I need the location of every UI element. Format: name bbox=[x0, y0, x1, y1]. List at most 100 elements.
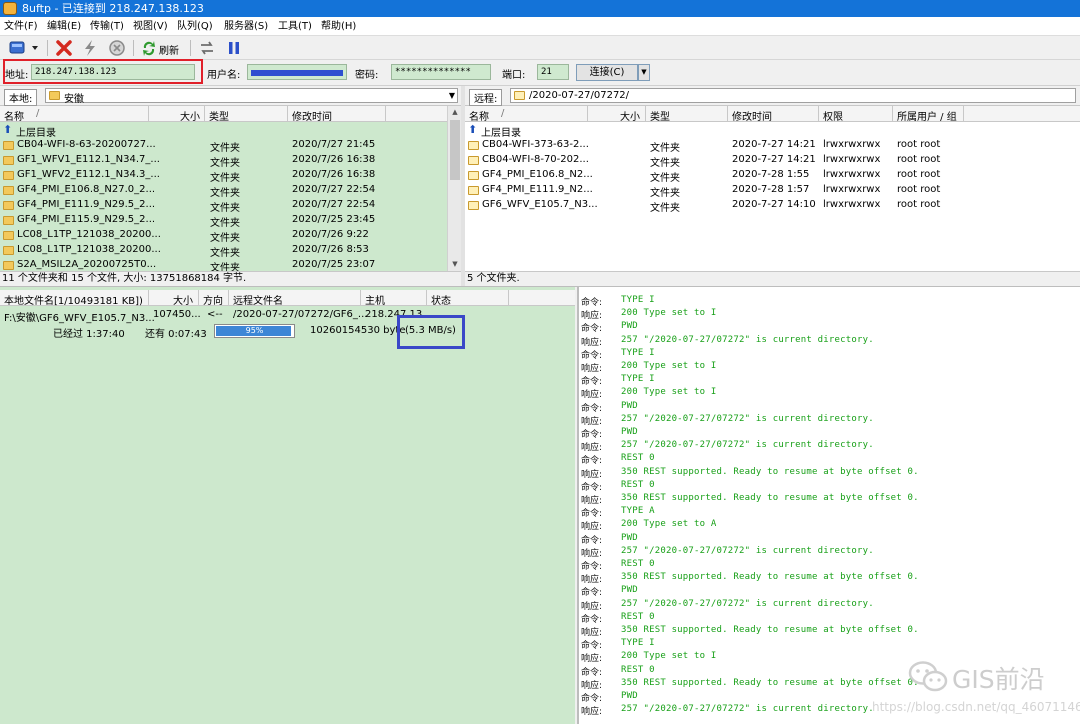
file-modified: 2020/7/25 23:45 bbox=[292, 214, 376, 225]
queue-item[interactable]: F:\安徽\GF6_WFV_E105.7_N3... 107450... <--… bbox=[0, 308, 575, 324]
local-path-combo[interactable]: 安徽 ▼ bbox=[45, 88, 458, 105]
col-modified[interactable]: 修改时间 bbox=[732, 108, 772, 123]
col-modified[interactable]: 修改时间 bbox=[292, 108, 332, 123]
column-divider[interactable] bbox=[587, 106, 588, 122]
col-name[interactable]: 名称 bbox=[4, 108, 24, 123]
file-permission: lrwxrwxrwx bbox=[823, 199, 881, 210]
table-row[interactable]: S2A_MSIL2A_20200725T0... 文件夹 2020/7/25 23:… bbox=[0, 258, 447, 271]
column-divider[interactable] bbox=[204, 106, 205, 122]
table-row[interactable]: LC08_L1TP_121038_20200... 文件夹 2020/7/26 9:… bbox=[0, 228, 447, 244]
table-row[interactable]: GF1_WFV1_E112.1_N34.7_... 文件夹 2020/7/26 16… bbox=[0, 153, 447, 169]
column-divider[interactable] bbox=[645, 106, 646, 122]
col-name[interactable]: 名称 bbox=[469, 108, 489, 123]
table-row[interactable]: GF4_PMI_E106.8_N2... 文件夹 2020-7-28 1:55 lrw… bbox=[465, 168, 1080, 184]
scroll-up-icon[interactable]: ▲ bbox=[448, 106, 461, 119]
scroll-down-icon[interactable]: ▼ bbox=[448, 258, 461, 271]
connect-button[interactable]: 连接(C) bbox=[576, 64, 638, 81]
table-row[interactable]: GF4_PMI_E111.9_N29.5_2... 文件夹 2020/7/27 22… bbox=[0, 198, 447, 214]
toolbar-separator bbox=[133, 40, 134, 56]
menu-transfer[interactable]: 传输(T) bbox=[90, 17, 124, 36]
column-divider[interactable] bbox=[727, 106, 728, 122]
table-row[interactable]: GF4_PMI_E111.9_N2... 文件夹 2020-7-28 1:57 lrw… bbox=[465, 183, 1080, 199]
col-size[interactable]: 大小 bbox=[620, 108, 640, 123]
scroll-thumb[interactable] bbox=[450, 120, 460, 180]
file-type: 文件夹 bbox=[210, 143, 240, 154]
pause-button[interactable] bbox=[225, 39, 243, 57]
file-modified: 2020-7-27 14:21 bbox=[732, 154, 816, 165]
pane-splitter[interactable] bbox=[461, 86, 465, 286]
menu-server[interactable]: 服务器(S) bbox=[224, 17, 268, 36]
menu-edit[interactable]: 编辑(E) bbox=[47, 17, 81, 36]
col-type[interactable]: 类型 bbox=[209, 108, 229, 123]
col-local-file[interactable]: 本地文件名[1/10493181 KB]) bbox=[4, 292, 143, 307]
toolbar-separator bbox=[190, 40, 191, 56]
col-type[interactable]: 类型 bbox=[650, 108, 670, 123]
stop-button[interactable] bbox=[108, 39, 126, 57]
table-row[interactable]: GF1_WFV2_E112.1_N34.3_... 文件夹 2020/7/26 16… bbox=[0, 168, 447, 184]
elapsed-time: 已经过 1:37:40 bbox=[53, 329, 125, 340]
column-divider[interactable] bbox=[508, 290, 509, 306]
log-kind: 命令: bbox=[581, 298, 603, 308]
col-host[interactable]: 主机 bbox=[365, 292, 385, 307]
table-row[interactable]: CB04-WFI-373-63-2... 文件夹 2020-7-27 14:21 lr… bbox=[465, 138, 1080, 154]
table-row[interactable]: GF4_PMI_E115.9_N29.5_2... 文件夹 2020/7/25 23… bbox=[0, 213, 447, 229]
table-row[interactable]: GF4_PMI_E106.8_N27.0_2... 文件夹 2020/7/27 22… bbox=[0, 183, 447, 199]
file-modified: 2020-7-28 1:55 bbox=[732, 169, 810, 180]
column-divider[interactable] bbox=[426, 290, 427, 306]
log-kind: 命令: bbox=[581, 588, 603, 599]
column-divider[interactable] bbox=[360, 290, 361, 306]
site-manager-button[interactable] bbox=[8, 39, 40, 57]
column-divider[interactable] bbox=[385, 106, 386, 122]
log-message: 257 "/2020-07-27/07272" is current direc… bbox=[621, 598, 874, 609]
column-divider[interactable] bbox=[228, 290, 229, 306]
menu-file[interactable]: 文件(F) bbox=[4, 17, 38, 36]
menu-tools[interactable]: 工具(T) bbox=[278, 17, 312, 36]
watermark-brand: GIS前沿 bbox=[952, 665, 1045, 694]
col-size[interactable]: 大小 bbox=[173, 292, 193, 307]
parent-dir-row[interactable]: ⬆ 上层目录 bbox=[465, 123, 1080, 139]
parent-dir-label: 上层目录 bbox=[481, 128, 521, 139]
window-title: 8uftp - 已连接到 218.247.138.123 bbox=[22, 2, 204, 15]
disconnect-button[interactable] bbox=[55, 39, 73, 57]
log-kind: 响应: bbox=[581, 707, 603, 718]
col-status[interactable]: 状态 bbox=[431, 292, 451, 307]
col-owner[interactable]: 所属用户 / 组 bbox=[897, 108, 957, 123]
transfer-mode-button[interactable] bbox=[198, 39, 216, 57]
sort-indicator: / bbox=[36, 108, 40, 119]
column-divider[interactable] bbox=[963, 106, 964, 122]
parent-dir-row[interactable]: ⬆ 上层目录 bbox=[0, 123, 447, 139]
password-input[interactable]: ************** bbox=[391, 64, 491, 80]
reconnect-button[interactable] bbox=[81, 39, 99, 57]
remote-path-combo[interactable]: /2020-07-27/07272/ bbox=[510, 88, 1076, 103]
table-row[interactable]: LC08_L1TP_121038_20200... 文件夹 2020/7/26 8:… bbox=[0, 243, 447, 259]
column-divider[interactable] bbox=[287, 106, 288, 122]
column-divider[interactable] bbox=[892, 106, 893, 122]
menu-help[interactable]: 帮助(H) bbox=[321, 17, 356, 36]
log-kind: 命令: bbox=[581, 694, 603, 704]
table-row[interactable]: GF6_WFV_E105.7_N3... 文件夹 2020-7-27 14:10 lr… bbox=[465, 198, 1080, 214]
col-remote-file[interactable]: 远程文件名 bbox=[233, 292, 283, 307]
local-path-label: 本地: bbox=[4, 89, 38, 106]
username-input[interactable] bbox=[247, 64, 347, 80]
column-divider[interactable] bbox=[148, 290, 149, 306]
local-scrollbar[interactable]: ▲ ▼ bbox=[447, 106, 461, 271]
table-row[interactable]: CB04-WFI-8-63-20200727... 文件夹 2020/7/27 21… bbox=[0, 138, 447, 154]
column-divider[interactable] bbox=[148, 106, 149, 122]
refresh-button[interactable]: 刷新 bbox=[141, 39, 185, 57]
address-highlight bbox=[3, 59, 203, 84]
log-kind: 响应: bbox=[581, 311, 603, 322]
menu-view[interactable]: 视图(V) bbox=[133, 17, 168, 36]
port-input[interactable]: 21 bbox=[537, 64, 569, 80]
folder-link-icon bbox=[468, 186, 479, 195]
col-permission[interactable]: 权限 bbox=[823, 108, 843, 123]
col-size[interactable]: 大小 bbox=[180, 108, 200, 123]
column-divider[interactable] bbox=[198, 290, 199, 306]
connect-dropdown[interactable]: ▼ bbox=[638, 64, 650, 81]
menu-queue[interactable]: 队列(Q) bbox=[177, 17, 213, 36]
log-kind: 响应: bbox=[581, 469, 603, 480]
col-direction[interactable]: 方向 bbox=[203, 292, 223, 307]
chevron-down-icon[interactable]: ▼ bbox=[449, 91, 455, 100]
column-divider[interactable] bbox=[818, 106, 819, 122]
table-row[interactable]: CB04-WFI-8-70-202... 文件夹 2020-7-27 14:21 lr… bbox=[465, 153, 1080, 169]
file-modified: 2020/7/27 21:45 bbox=[292, 139, 376, 150]
